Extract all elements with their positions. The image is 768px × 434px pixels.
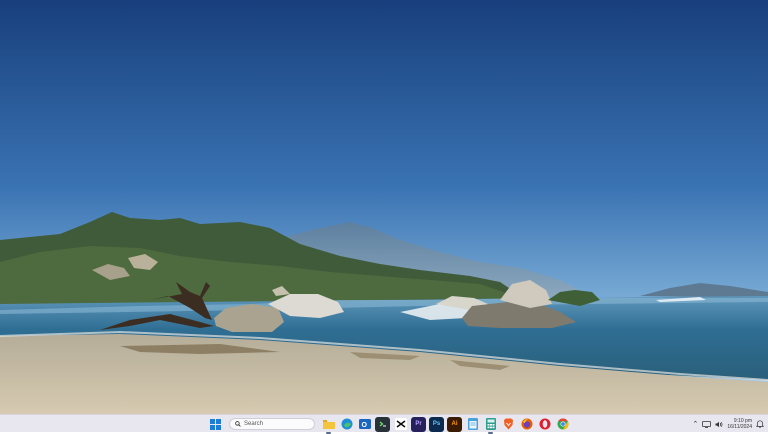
opera-icon <box>539 418 550 430</box>
clock-date: 16/11/2024 <box>727 424 752 430</box>
outlook-button[interactable]: O <box>357 417 372 432</box>
file-explorer-button[interactable] <box>321 417 336 434</box>
capcut-button[interactable] <box>393 417 408 432</box>
chevron-up-icon[interactable]: ⌃ <box>692 420 698 428</box>
clock[interactable]: 9:10 pm 16/11/2024 <box>727 418 752 430</box>
desktop-wallpaper <box>0 0 768 414</box>
brave-button[interactable] <box>501 417 516 432</box>
firefox-icon <box>521 418 532 430</box>
folder-icon <box>322 420 335 429</box>
system-tray: ⌃ 9:10 pm 16/11/2024 <box>692 415 764 433</box>
search-box[interactable]: Search <box>229 418 315 430</box>
network-icon[interactable] <box>702 420 712 428</box>
start-button[interactable] <box>208 417 223 432</box>
search-icon <box>235 421 241 427</box>
notification-bell-icon[interactable] <box>756 420 764 428</box>
edge-button[interactable] <box>339 417 354 432</box>
chrome-button[interactable] <box>555 417 570 432</box>
notepad-button[interactable] <box>465 417 480 432</box>
chrome-icon <box>557 418 569 430</box>
notepad-icon <box>467 418 478 430</box>
illustrator-button[interactable]: Ai <box>447 416 462 432</box>
terminal-button[interactable] <box>375 416 390 432</box>
terminal-icon <box>379 421 386 427</box>
svg-text:O: O <box>361 422 367 429</box>
illustrator-icon: Ai <box>451 421 458 427</box>
calculator-button[interactable] <box>483 417 498 434</box>
premiere-pro-icon: Pr <box>415 421 422 427</box>
windows-logo-icon <box>210 418 221 430</box>
taskbar: Search O Pr Ps Ai ⌃ 9:10 pm 16/11/2024 <box>0 414 768 434</box>
photoshop-button[interactable]: Ps <box>429 416 444 432</box>
opera-button[interactable] <box>537 417 552 432</box>
capcut-icon <box>394 418 407 430</box>
outlook-icon: O <box>358 419 371 429</box>
firefox-button[interactable] <box>519 417 534 432</box>
calculator-icon <box>485 418 496 430</box>
premiere-pro-button[interactable]: Pr <box>411 416 426 432</box>
brave-lion-icon <box>504 418 513 430</box>
volume-icon[interactable] <box>715 421 723 428</box>
search-label: Search <box>244 421 264 427</box>
edge-icon <box>341 418 352 430</box>
wallpaper-scene <box>0 0 768 414</box>
photoshop-icon: Ps <box>432 421 441 427</box>
taskbar-center: Search O Pr Ps Ai <box>208 415 570 434</box>
